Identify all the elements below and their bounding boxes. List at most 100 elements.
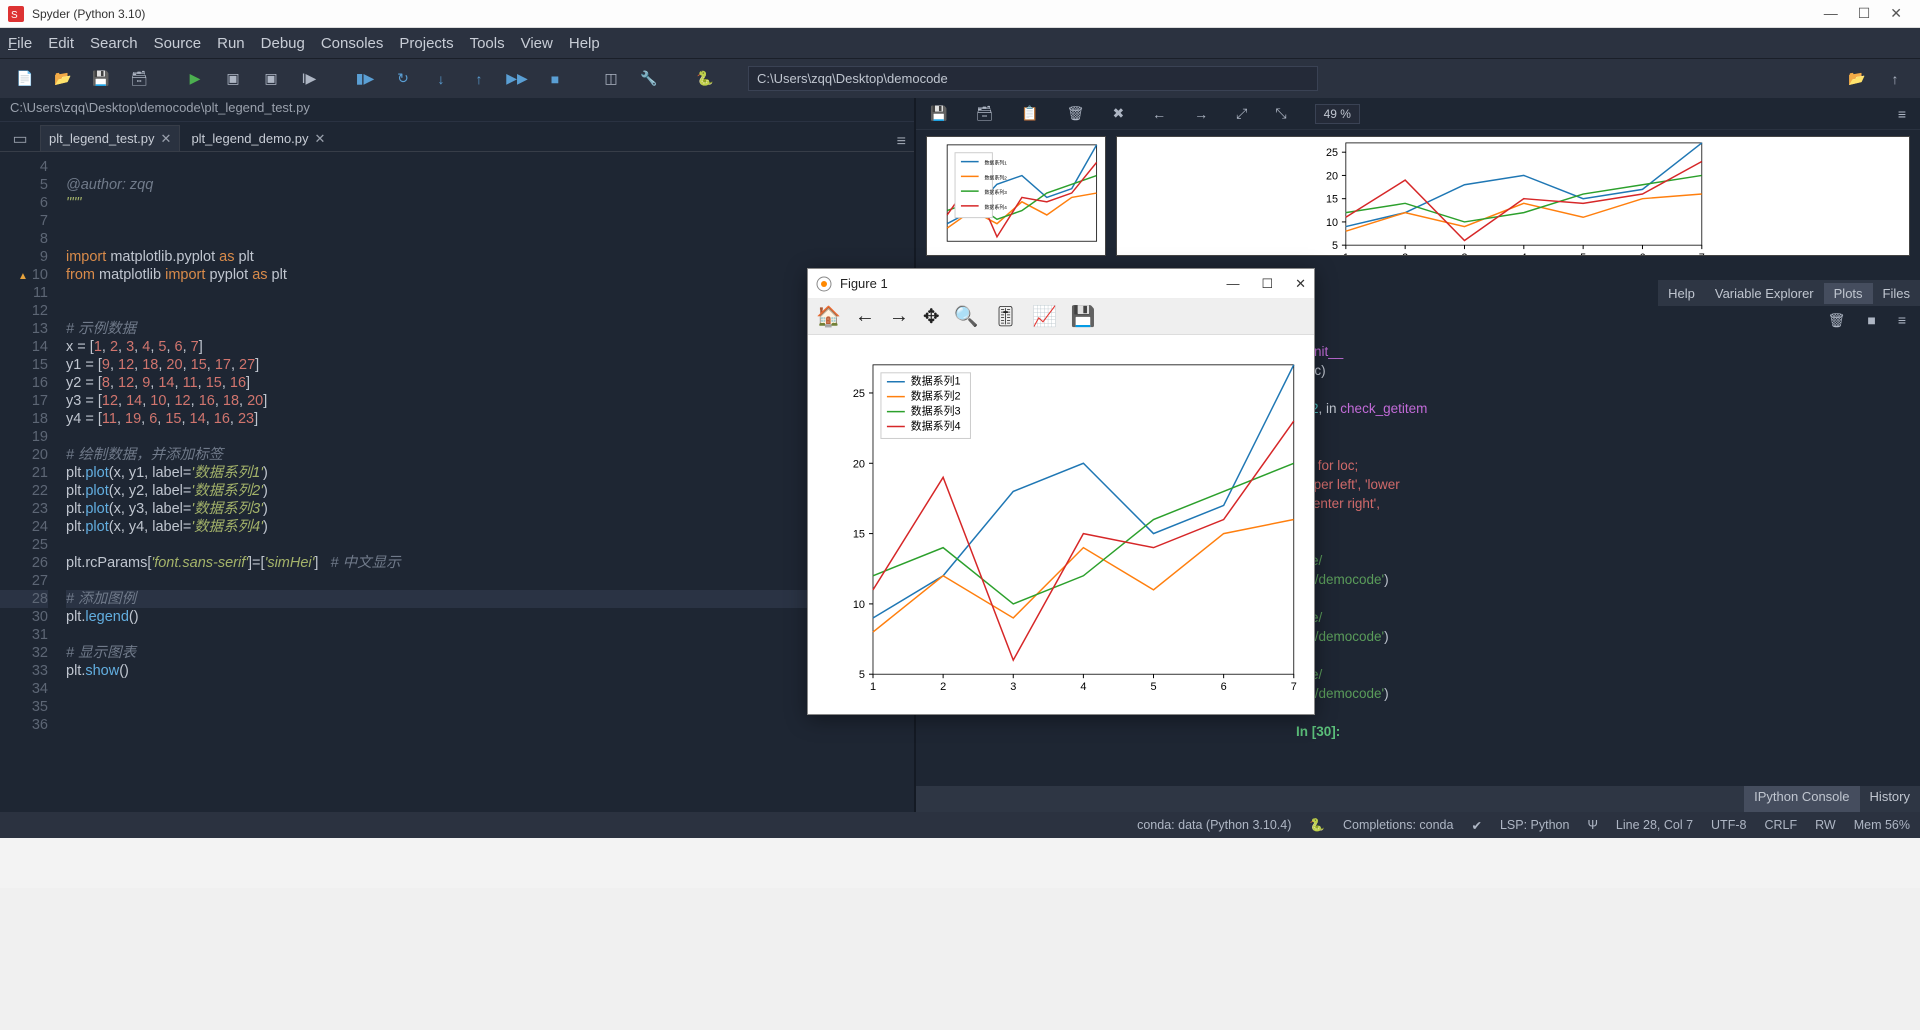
window-maximize-button[interactable]: ☐: [1858, 5, 1871, 22]
svg-text:5: 5: [1332, 240, 1338, 252]
figure-maximize-button[interactable]: ☐: [1261, 276, 1273, 292]
zoom-out-icon[interactable]: ⤢: [1236, 105, 1247, 122]
run-cell-icon[interactable]: ▣: [218, 64, 248, 94]
copy-plot-icon[interactable]: 📋: [1021, 105, 1038, 122]
parent-dir-icon[interactable]: ↑: [1880, 64, 1910, 94]
close-icon[interactable]: ✕: [161, 131, 172, 147]
svg-text:6: 6: [1221, 681, 1227, 693]
edit-icon[interactable]: 📈: [1032, 304, 1057, 329]
plots-options-icon[interactable]: ≡: [1898, 106, 1906, 122]
pane-tab-help[interactable]: Help: [1658, 283, 1705, 304]
menu-help[interactable]: Help: [569, 35, 600, 52]
menu-run[interactable]: Run: [217, 35, 245, 52]
save-all-plots-icon[interactable]: 🗃: [975, 105, 993, 122]
status-lsp[interactable]: LSP: Python: [1500, 818, 1570, 832]
editor-path-strip: C:\Users\zqq\Desktop\democode\plt_legend…: [0, 98, 914, 122]
status-encoding[interactable]: UTF-8: [1711, 818, 1746, 832]
main-toolbar: 📄 📂 💾 🗃 ▶ ▣ ▣ I▶ ▮▶ ↻ ↓ ↑ ▶▶ ■ ◫ 🔧 🐍 📂 ↑: [0, 58, 1920, 98]
pane-tab-plots[interactable]: Plots: [1824, 283, 1873, 304]
status-conda[interactable]: conda: data (Python 3.10.4): [1137, 818, 1291, 832]
open-folder-icon[interactable]: 📂: [48, 64, 78, 94]
python-path-icon[interactable]: 🐍: [690, 64, 720, 94]
next-plot-icon[interactable]: →: [1194, 106, 1208, 122]
figure-canvas[interactable]: 5101520251234567数据系列1数据系列2数据系列3数据系列4: [808, 335, 1314, 714]
menu-projects[interactable]: Projects: [399, 35, 453, 52]
debug-icon[interactable]: ▮▶: [350, 64, 380, 94]
menu-debug[interactable]: Debug: [261, 35, 305, 52]
step-out-icon[interactable]: ↑: [464, 64, 494, 94]
menu-file[interactable]: File: [8, 35, 32, 52]
window-minimize-button[interactable]: —: [1824, 5, 1838, 22]
close-icon[interactable]: ✕: [315, 131, 326, 147]
editor-options-icon[interactable]: ≡: [897, 133, 906, 151]
prev-plot-icon[interactable]: ←: [1152, 106, 1166, 122]
status-mem[interactable]: Mem 56%: [1854, 818, 1910, 832]
pane-tab-files[interactable]: Files: [1873, 283, 1920, 304]
menu-source[interactable]: Source: [154, 35, 202, 52]
continue-icon[interactable]: ▶▶: [502, 64, 532, 94]
step-into-icon[interactable]: ↓: [426, 64, 456, 94]
menu-consoles[interactable]: Consoles: [321, 35, 384, 52]
run-selection-icon[interactable]: I▶: [294, 64, 324, 94]
working-directory-input[interactable]: [748, 66, 1318, 91]
svg-text:4: 4: [1080, 681, 1086, 693]
stop-debug-icon[interactable]: ■: [540, 64, 570, 94]
figure-title-bar[interactable]: Figure 1 — ☐ ✕: [808, 269, 1314, 299]
browse-dir-icon[interactable]: 📂: [1842, 64, 1872, 94]
console-options-icon[interactable]: ≡: [1898, 312, 1906, 328]
svg-text:2: 2: [1402, 252, 1408, 255]
figure-close-button[interactable]: ✕: [1295, 276, 1306, 292]
home-icon[interactable]: 🏠: [816, 304, 841, 329]
editor-tab-0[interactable]: plt_legend_test.py✕: [40, 125, 180, 151]
forward-icon[interactable]: →: [889, 305, 909, 328]
menu-edit[interactable]: Edit: [48, 35, 74, 52]
save-all-icon[interactable]: 🗃: [124, 64, 154, 94]
figure-minimize-button[interactable]: —: [1226, 276, 1239, 292]
configure-icon[interactable]: 🎚: [993, 304, 1018, 329]
svg-text:20: 20: [853, 458, 865, 470]
run-icon[interactable]: ▶: [180, 64, 210, 94]
svg-text:25: 25: [1326, 147, 1338, 159]
remove-plot-icon[interactable]: 🗑: [1067, 105, 1085, 122]
status-linecol[interactable]: Line 28, Col 7: [1616, 818, 1693, 832]
console-tab-ipython-console[interactable]: IPython Console: [1744, 786, 1859, 812]
window-title: Spyder (Python 3.10): [32, 7, 1824, 21]
code-editor[interactable]: 4567891011121314151617181920212223242526…: [0, 152, 914, 812]
zoom-icon[interactable]: 🔍: [954, 304, 979, 329]
back-icon[interactable]: ←: [855, 305, 875, 328]
menu-view[interactable]: View: [521, 35, 553, 52]
step-over-icon[interactable]: ↻: [388, 64, 418, 94]
pan-icon[interactable]: ✥: [923, 304, 940, 329]
svg-text:7: 7: [1291, 681, 1297, 693]
zoom-in-icon[interactable]: ⤡: [1275, 105, 1286, 122]
maximize-pane-icon[interactable]: ◫: [596, 64, 626, 94]
menu-tools[interactable]: Tools: [470, 35, 505, 52]
status-eol[interactable]: CRLF: [1764, 818, 1797, 832]
os-taskbar[interactable]: [0, 838, 1920, 888]
preferences-icon[interactable]: 🔧: [634, 64, 664, 94]
status-completions[interactable]: Completions: conda: [1343, 818, 1453, 832]
svg-text:5: 5: [859, 669, 865, 681]
plot-main-preview[interactable]: 5101520251234567: [1116, 136, 1910, 256]
editor-tab-1[interactable]: plt_legend_demo.py✕: [182, 125, 334, 151]
save-figure-icon[interactable]: 💾: [1071, 304, 1096, 329]
menu-search[interactable]: Search: [90, 35, 138, 52]
console-remove-icon[interactable]: 🗑: [1828, 312, 1846, 329]
new-file-icon[interactable]: 📄: [10, 64, 40, 94]
svg-text:15: 15: [1326, 194, 1338, 206]
pane-tab-variable-explorer[interactable]: Variable Explorer: [1705, 283, 1824, 304]
plot-thumbnail-1[interactable]: 数据系列1数据系列2数据系列3数据系列4: [926, 136, 1106, 256]
svg-text:3: 3: [1461, 252, 1467, 255]
console-tab-history[interactable]: History: [1860, 786, 1920, 812]
remove-all-plots-icon[interactable]: ✖: [1112, 105, 1124, 122]
status-rw[interactable]: RW: [1815, 818, 1836, 832]
matplotlib-figure-window[interactable]: Figure 1 — ☐ ✕ 🏠 ← → ✥ 🔍 🎚 📈 💾 510152025…: [807, 268, 1315, 715]
svg-text:5: 5: [1580, 252, 1586, 255]
save-plot-icon[interactable]: 💾: [930, 105, 947, 122]
window-close-button[interactable]: ✕: [1890, 5, 1902, 22]
console-interrupt-icon[interactable]: ■: [1867, 312, 1875, 328]
files-list-icon[interactable]: ▭: [8, 127, 32, 151]
run-cell-advance-icon[interactable]: ▣: [256, 64, 286, 94]
save-icon[interactable]: 💾: [86, 64, 116, 94]
svg-text:1: 1: [870, 681, 876, 693]
